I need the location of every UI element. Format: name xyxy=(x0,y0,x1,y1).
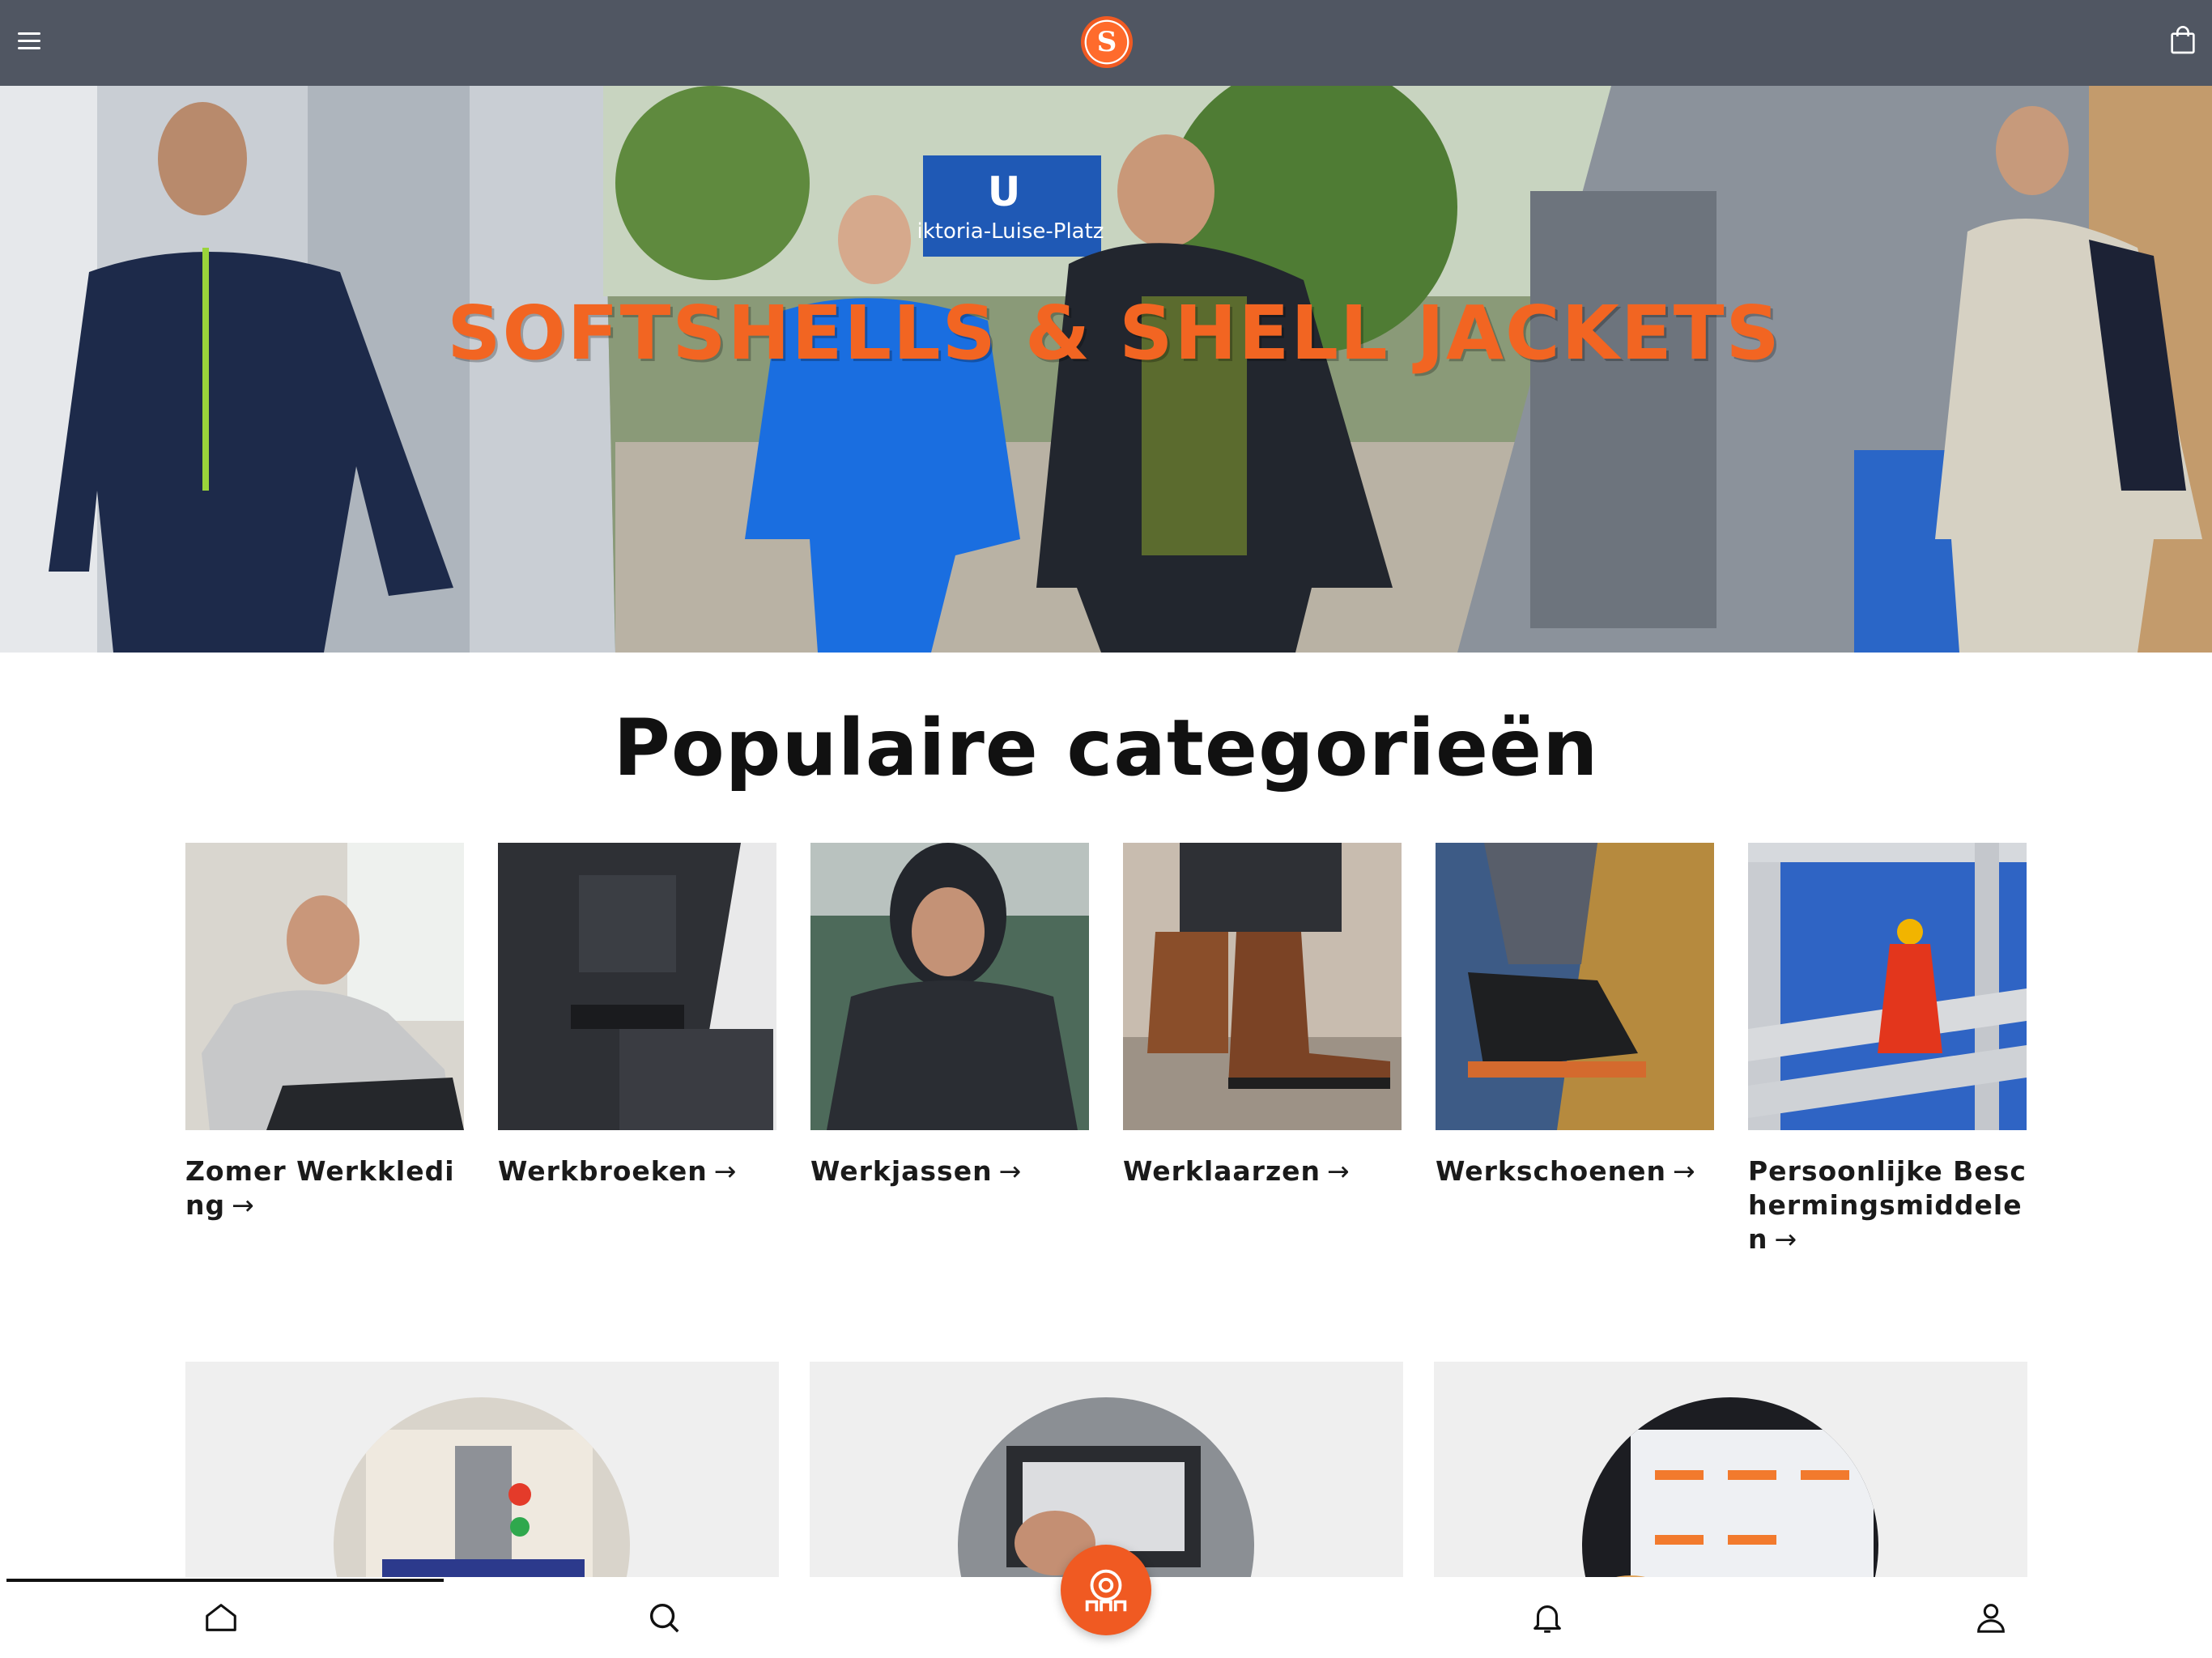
user-icon[interactable] xyxy=(1972,1599,2010,1636)
category-card[interactable]: Zomer Werkkleding → xyxy=(185,843,464,1222)
arrow-right-icon: → xyxy=(232,1189,255,1221)
category-card[interactable]: Werklaarzen → xyxy=(1123,843,1402,1188)
webshop-screen-image xyxy=(1582,1397,1878,1577)
category-label[interactable]: Werkschoenen → xyxy=(1436,1154,1714,1188)
arrow-right-icon: → xyxy=(1327,1155,1351,1187)
hero-banner[interactable]: U iktoria-Luise-Platz SOFTSHELLS & SHELL… xyxy=(0,86,2212,653)
scroll-progress-bar xyxy=(6,1579,444,1582)
arrow-right-icon: → xyxy=(1672,1155,1696,1187)
category-image xyxy=(498,843,776,1130)
bell-icon[interactable] xyxy=(1529,1599,1566,1636)
category-image xyxy=(1748,843,2027,1130)
sign-text: iktoria-Luise-Platz xyxy=(917,219,1104,244)
category-card[interactable]: Werkschoenen → xyxy=(1436,843,1714,1188)
category-image xyxy=(1123,843,1402,1130)
feature-card-webshop[interactable] xyxy=(1434,1362,2027,1577)
logo-letter: S xyxy=(1096,26,1117,58)
category-card[interactable]: Werkjassen → xyxy=(810,843,1089,1188)
category-grid: Zomer Werkkleding → Werkbroeken → Werkjass… xyxy=(185,843,2027,1264)
search-icon[interactable] xyxy=(645,1599,683,1636)
category-label[interactable]: Werklaarzen → xyxy=(1123,1154,1402,1188)
category-card[interactable]: Werkbroeken → xyxy=(498,843,776,1188)
hero-title: SOFTSHELLS & SHELL JACKETS xyxy=(447,290,1781,376)
category-label[interactable]: Persoonlijke Beschermingsmiddelen → xyxy=(1748,1154,2027,1256)
hamburger-menu-icon[interactable] xyxy=(15,28,44,57)
category-image xyxy=(1436,843,1714,1130)
category-card[interactable]: Persoonlijke Beschermingsmiddelen → xyxy=(1748,843,2027,1256)
category-label[interactable]: Werkbroeken → xyxy=(498,1154,776,1188)
section-title: Populaire categorieën xyxy=(613,703,1599,793)
category-label[interactable]: Zomer Werkkleding → xyxy=(185,1154,464,1222)
feature-card-embroidery[interactable] xyxy=(185,1362,779,1577)
service-icon xyxy=(1085,1569,1127,1612)
arrow-right-icon: → xyxy=(1774,1223,1798,1255)
home-icon[interactable] xyxy=(202,1599,240,1636)
category-image xyxy=(810,843,1089,1130)
brand-logo[interactable]: S xyxy=(1081,16,1133,68)
sign-letter: U xyxy=(988,168,1021,215)
shopping-bag-icon[interactable] xyxy=(2167,24,2199,57)
arrow-right-icon: → xyxy=(713,1155,738,1187)
top-bar: S xyxy=(0,0,2212,86)
embroidery-machine-image xyxy=(334,1397,630,1577)
category-image xyxy=(185,843,464,1130)
service-button[interactable] xyxy=(1061,1545,1151,1635)
arrow-right-icon: → xyxy=(998,1155,1023,1187)
category-label[interactable]: Werkjassen → xyxy=(810,1154,1089,1188)
